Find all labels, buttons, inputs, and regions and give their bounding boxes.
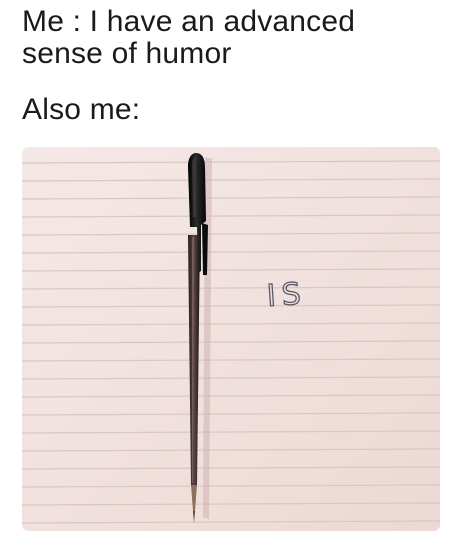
- lined-paper: [22, 147, 440, 531]
- meme-photo: IS: [22, 147, 440, 531]
- caption-also-me: Also me:: [22, 93, 141, 126]
- pen-cap-clip: [202, 223, 208, 275]
- caption-line-1: Me : I have an advanced: [22, 5, 356, 38]
- meme-caption-top: Me : I have an advanced sense of humor: [22, 6, 355, 70]
- caption-line-2: sense of humor: [22, 37, 232, 70]
- handwritten-is: IS: [266, 276, 308, 314]
